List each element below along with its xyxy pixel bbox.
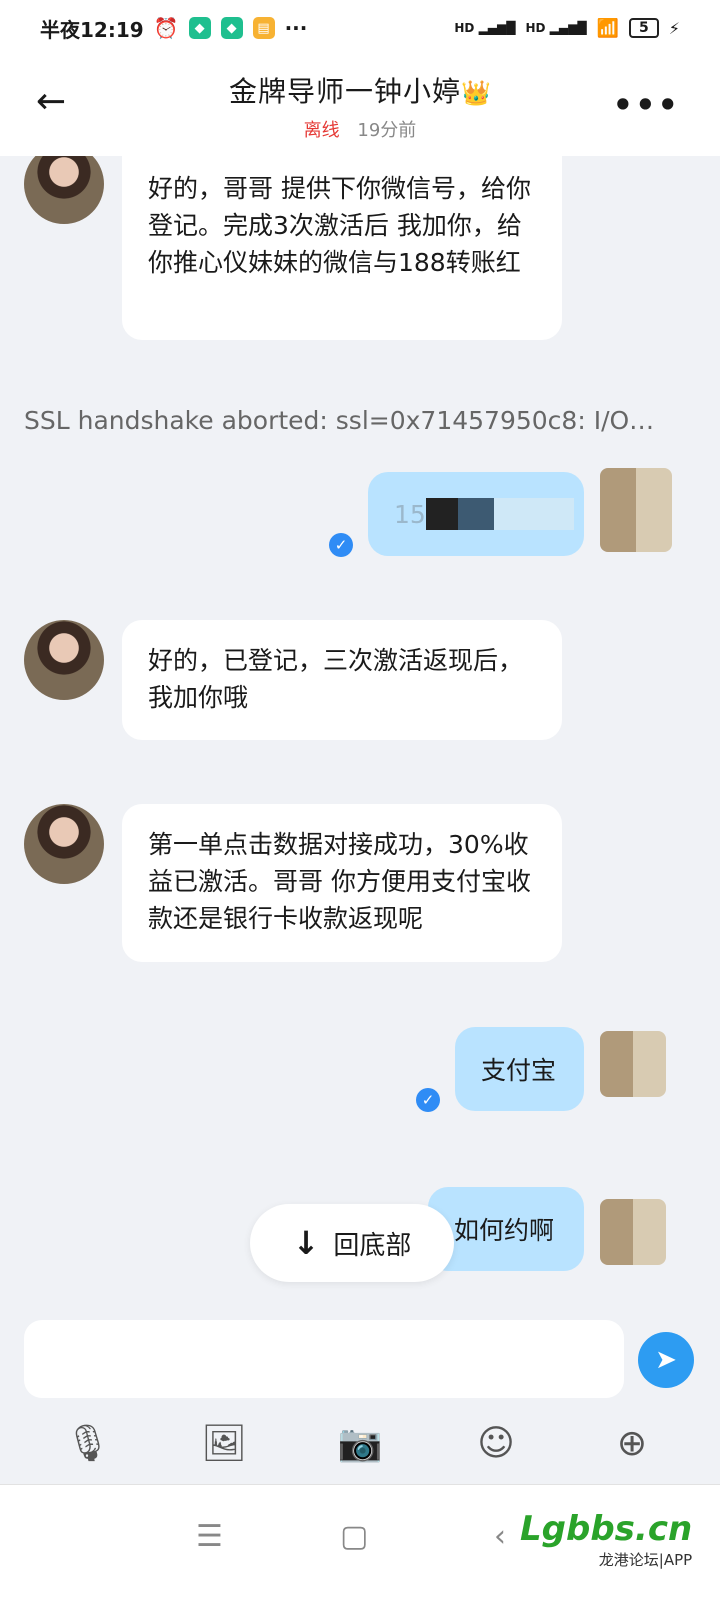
scroll-to-bottom-button[interactable]: ↓ 回底部 <box>250 1204 454 1282</box>
watermark-logo: Lgbbs.cn 龙港论坛|APP <box>520 1509 692 1570</box>
more-options-icon[interactable]: ••• <box>613 86 680 124</box>
signal-icon-1: HD ▂▄▆█ <box>454 21 516 35</box>
back-nav-icon[interactable]: ‹ <box>494 1519 506 1554</box>
message-bubble-incoming[interactable]: 第一单点击数据对接成功，30%收益已激活。哥哥 你方便用支付宝收款还是银行卡收款… <box>122 804 562 962</box>
self-avatar-blurred[interactable] <box>600 1031 666 1097</box>
phone-prefix: 15 <box>394 499 426 529</box>
system-navigation-bar: ☰ ▢ ‹ Lgbbs.cn 龙港论坛|APP <box>0 1484 720 1601</box>
wifi-icon: 📶 <box>596 17 620 39</box>
status-time: 半夜12:19 <box>40 17 144 42</box>
watermark-sub: 龙港论坛|APP <box>598 1551 693 1569</box>
composer: ➤ 🎙 🖼 📷 ☺ ⊕ <box>0 1306 720 1484</box>
shield-app-icon-2: ◆ <box>220 17 243 39</box>
alarm-icon: ⏰ <box>153 16 179 40</box>
self-avatar-blurred[interactable] <box>600 1199 666 1265</box>
last-seen: 19分前 <box>357 120 417 141</box>
message-bubble-incoming[interactable]: 好的，已登记，三次激活返现后，我加你哦 <box>122 620 562 740</box>
blurred-phone-number: 15 <box>394 498 574 530</box>
scroll-to-bottom-label: 回底部 <box>333 1230 412 1261</box>
system-error-message: SSL handshake aborted: ssl=0x71457950c8:… <box>24 406 655 435</box>
arrow-down-icon: ↓ <box>292 1224 320 1262</box>
status-offline: 离线 <box>303 120 340 141</box>
microphone-icon[interactable]: 🎙 <box>63 1418 113 1468</box>
plus-icon[interactable]: ⊕ <box>607 1418 657 1468</box>
image-icon[interactable]: 🖼 <box>199 1418 249 1468</box>
menu-icon[interactable]: ☰ <box>196 1519 223 1554</box>
read-check-icon: ✓ <box>329 533 353 557</box>
contact-avatar[interactable] <box>24 156 104 224</box>
watermark-main: Lgbbs.cn <box>520 1509 693 1549</box>
contact-avatar[interactable] <box>24 804 104 884</box>
contact-name: 金牌导师一钟小婷 <box>229 75 462 108</box>
camera-icon[interactable]: 📷 <box>335 1418 385 1468</box>
redaction-block-light <box>493 498 574 530</box>
redaction-block-dark <box>425 498 458 530</box>
send-icon[interactable]: ➤ <box>638 1332 694 1388</box>
composer-toolbar: 🎙 🖼 📷 ☺ ⊕ <box>0 1418 720 1478</box>
contact-avatar[interactable] <box>24 620 104 700</box>
redaction-block-mid <box>457 498 494 530</box>
read-check-icon: ✓ <box>416 1088 440 1112</box>
emoji-icon[interactable]: ☺ <box>471 1418 521 1468</box>
message-bubble-outgoing[interactable]: 支付宝 <box>455 1027 584 1111</box>
message-bubble-incoming[interactable]: 好的，哥哥 提供下你微信号，给你登记。完成3次激活后 我加你，给你推心仪妹妹的微… <box>122 156 562 340</box>
notes-app-icon: ▤ <box>252 17 275 39</box>
status-bar: 半夜12:19 ⏰ ◆ ◆ ▤ ··· HD ▂▄▆█ HD ▂▄▆█ 📶 5 … <box>0 0 720 56</box>
battery-icon: 5 <box>629 18 659 38</box>
charging-icon: ⚡ <box>668 18 680 38</box>
crown-icon: 👑 <box>461 79 491 107</box>
battery-level: 5 <box>639 20 649 36</box>
shield-app-icon: ◆ <box>188 17 211 39</box>
message-input[interactable] <box>24 1320 624 1398</box>
signal-icon-2: HD ▂▄▆█ <box>525 21 587 35</box>
home-icon[interactable]: ▢ <box>340 1519 368 1554</box>
chat-header: ← 金牌导师一钟小婷👑 离线 19分前 ••• <box>0 56 720 156</box>
message-list[interactable]: 好的，哥哥 提供下你微信号，给你登记。完成3次激活后 我加你，给你推心仪妹妹的微… <box>0 156 720 1306</box>
message-bubble-outgoing[interactable]: 15 <box>368 472 584 556</box>
more-notifications-icon: ··· <box>284 16 308 40</box>
self-avatar-blurred[interactable] <box>600 468 672 552</box>
